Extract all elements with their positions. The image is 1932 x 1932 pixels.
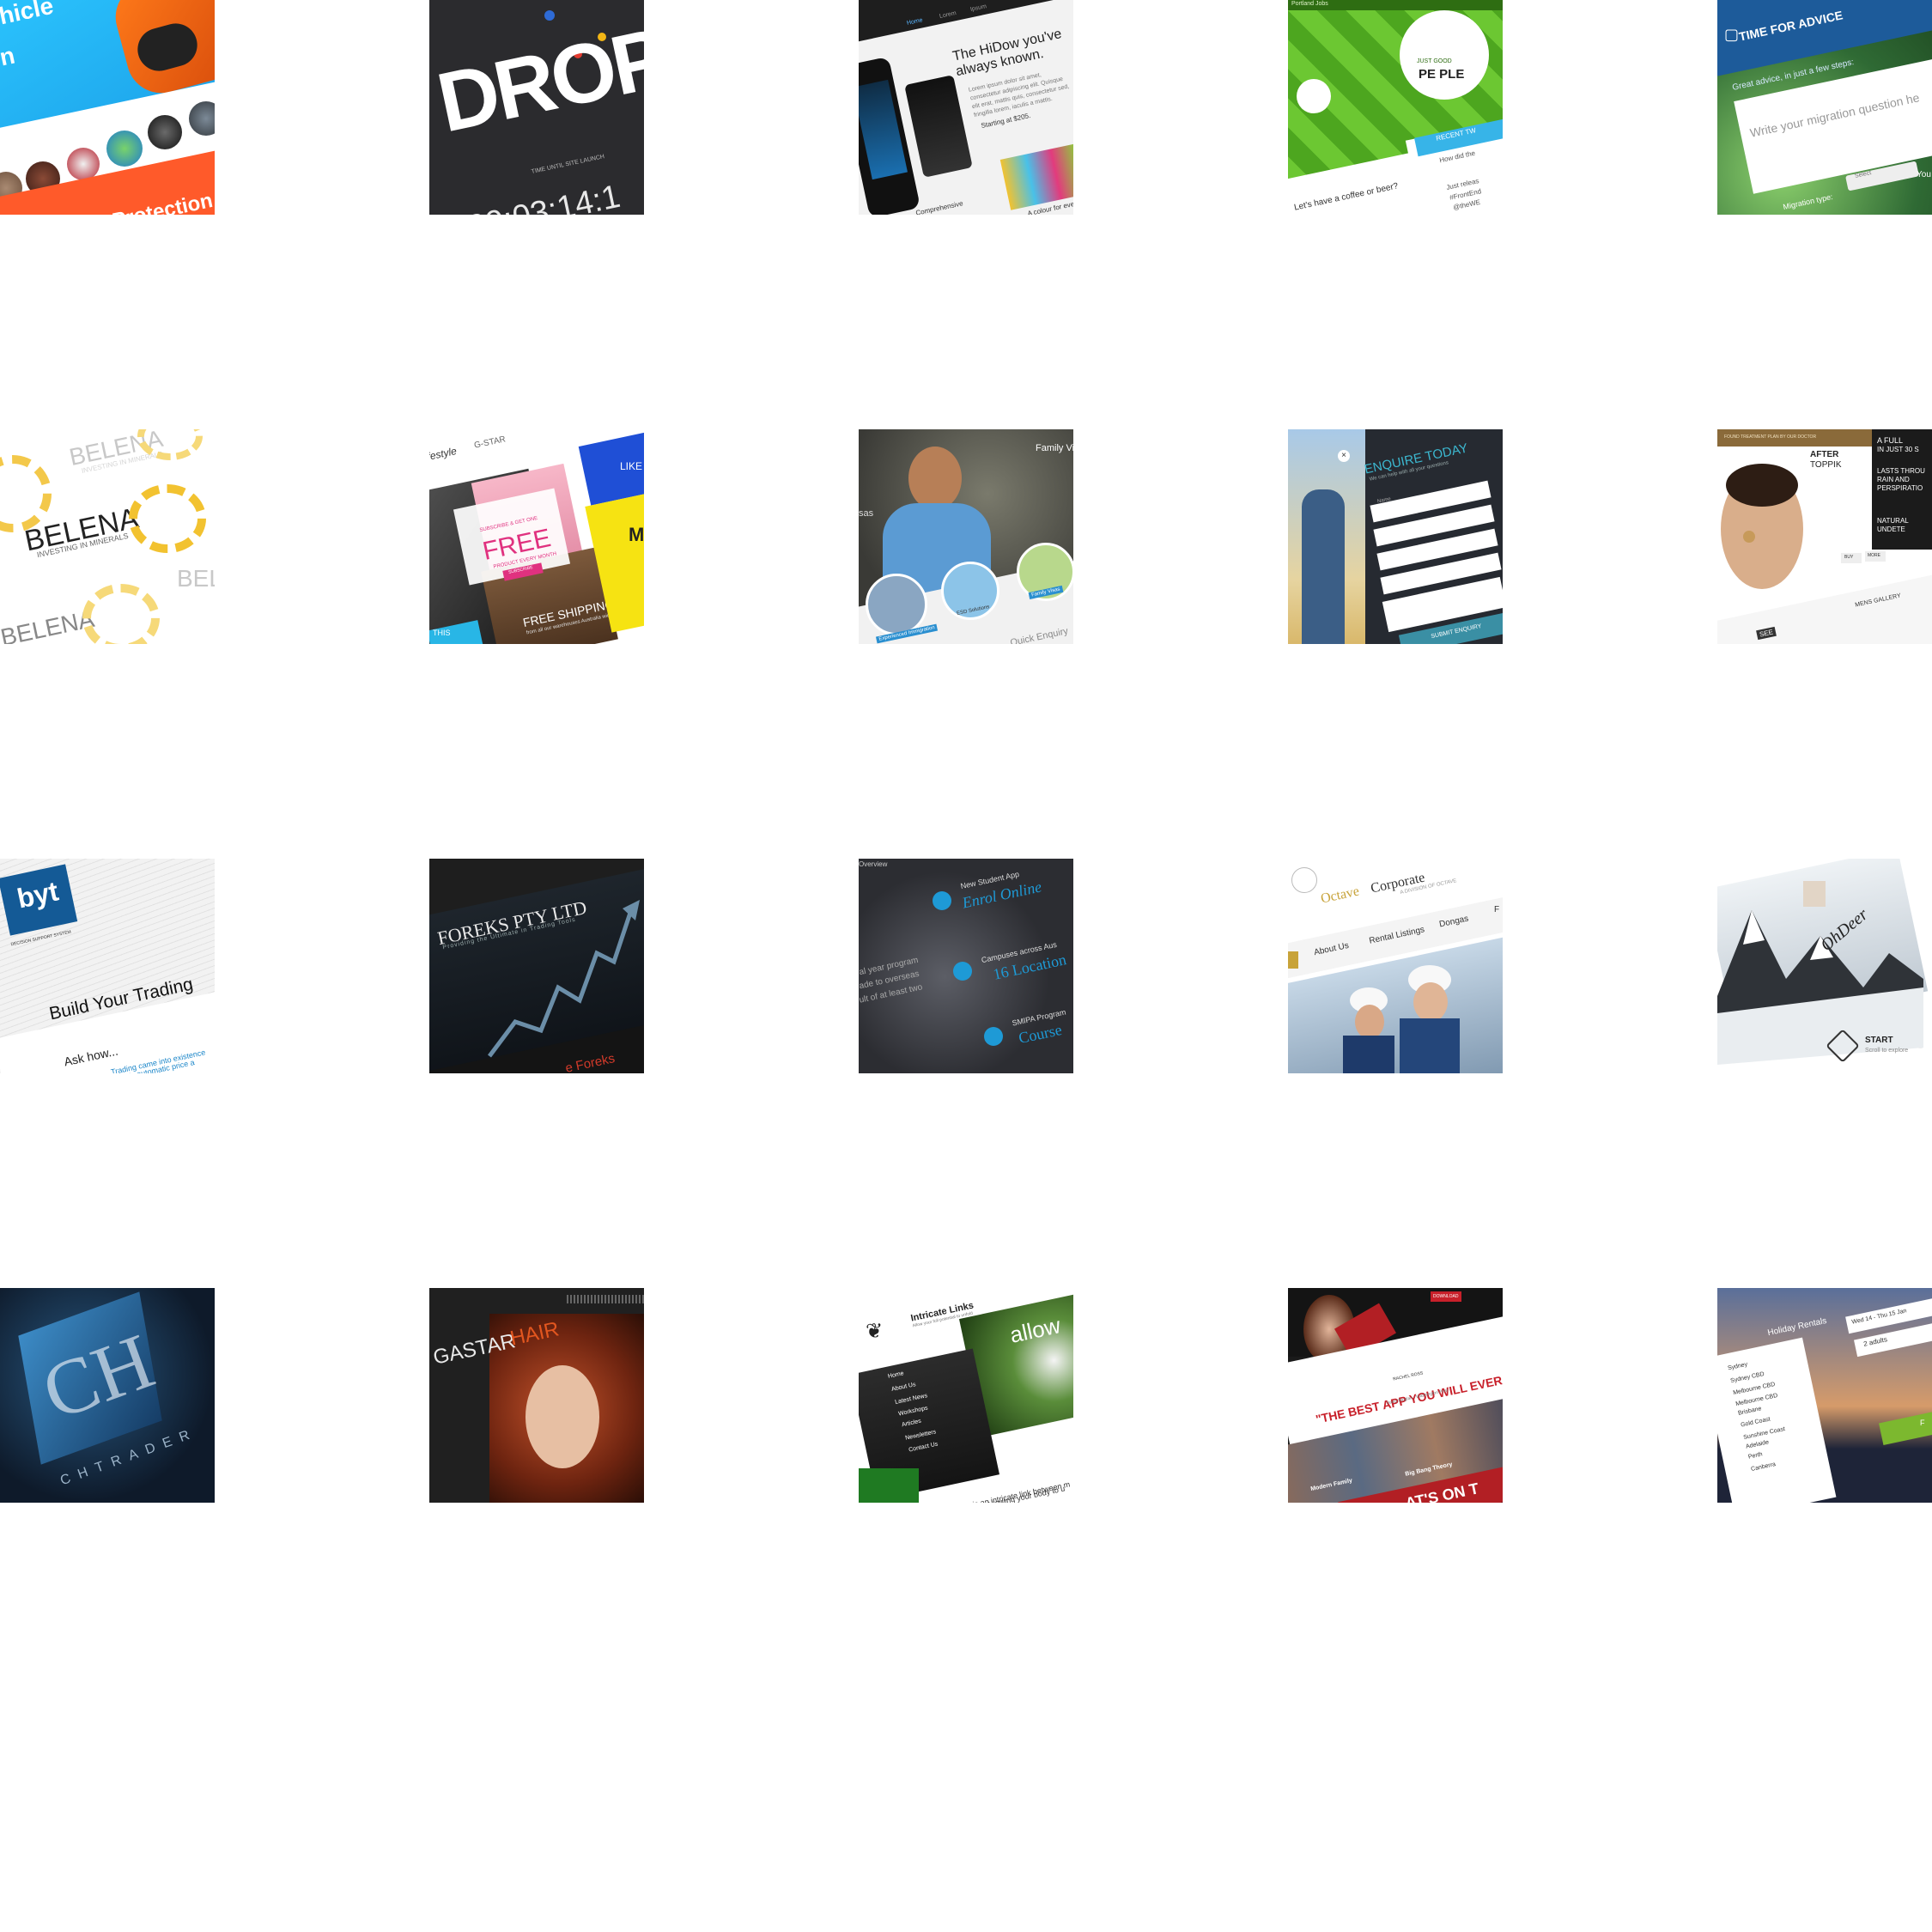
belena-logo-faded-3: BELENA [0, 605, 97, 644]
worker-body-1 [1343, 1036, 1394, 1073]
worker-face-1 [1355, 1005, 1384, 1039]
buy-label: BUY [1844, 555, 1854, 560]
more-label: MORE [1868, 553, 1880, 558]
thumbnail-holiday-rentals[interactable]: Holiday Rentals Sydney Sydney CBD Melbou… [1717, 1288, 1932, 1503]
drop-logo: DROP [429, 9, 644, 150]
enrol-icon[interactable] [933, 891, 951, 910]
thumbnail-student-enrol[interactable]: Overview New Student App Enrol Online Ca… [859, 859, 1073, 1073]
promo-3: LASTS THROU [1877, 467, 1925, 475]
brand-gstar: G-STAR [473, 434, 507, 451]
before-after-marker[interactable] [1743, 531, 1755, 543]
promo-2: IN JUST 30 S [1877, 446, 1919, 453]
octave-mark [1291, 867, 1317, 893]
thumbnail-intricate-links[interactable]: ❦ Intricate Links Allow your full potent… [859, 1288, 1073, 1503]
worker-body-2 [1400, 1018, 1460, 1073]
topbar-text: Portland Jobs [1291, 1, 1328, 7]
home-tab[interactable] [1288, 951, 1298, 969]
footer-left: Comprehensive [914, 199, 964, 215]
swatch-globe[interactable] [106, 131, 143, 167]
countdown-caption: TIME UNTIL SITE LAUNCH [531, 154, 605, 175]
side-top: LIKE O [620, 460, 644, 472]
promo-6: NATURAL [1877, 517, 1909, 525]
resume-icon[interactable] [1297, 79, 1331, 113]
info-icon[interactable] [984, 1027, 1003, 1046]
search-label: F [1920, 1419, 1925, 1427]
colour-cards [999, 143, 1073, 210]
location-icon[interactable] [953, 962, 972, 981]
thumbnail-tv-app[interactable]: DOWNLOAD RACHEL ROSS "THE BEST APP YOU W… [1288, 1288, 1503, 1503]
thumbnail-fashion-subscription[interactable]: lifestyle G-STAR SUBSCRIBE & GET ONE FRE… [429, 429, 644, 644]
side-mid: M [629, 524, 644, 545]
promo-1: A FULL [1877, 436, 1904, 445]
close-icon[interactable]: × [1338, 450, 1350, 462]
thumbnail-enquire-today[interactable]: × ENQUIRE TODAY We can help with all you… [1288, 429, 1503, 644]
green-edge [859, 1468, 919, 1503]
thumbnail-vehicle-protection[interactable]: hicle n Protection [0, 0, 215, 215]
side-bottom: THIS [433, 629, 451, 637]
deer-figure [1803, 881, 1826, 907]
octave-brand-2: Corporate [1369, 870, 1426, 896]
thumbnail-octave-corporate[interactable]: Octave Corporate A DIVISION OF OCTAVE Ab… [1288, 859, 1503, 1073]
download-label: DOWNLOAD [1433, 1294, 1459, 1299]
nav-more[interactable]: F [1494, 905, 1499, 914]
face-image [526, 1365, 599, 1468]
thumbnail-byt[interactable]: byt DECISION SUPPORT SYSTEM Build Your T… [0, 859, 215, 1073]
promo-5: PERSPIRATIO [1877, 484, 1923, 492]
advice-icon: ▢ [1724, 26, 1740, 43]
thumbnail-drop[interactable]: DROP TIME UNTIL SITE LAUNCH 09:03:14:1 [429, 0, 644, 215]
stripe-top [567, 1295, 644, 1303]
start-sub: Scroll to explore [1865, 1048, 1909, 1054]
thumbnail-chtrader[interactable]: CH CHTRADER [0, 1288, 215, 1503]
logo-line1: JUST GOOD [1417, 58, 1452, 64]
thumbnail-oh-deer[interactable]: OhDeer START Scroll to explore [1717, 859, 1932, 1073]
thumbnail-gastar-hair[interactable]: GASTAR HAIR [429, 1288, 644, 1503]
thumbnail-hidow[interactable]: Home Lorem Ipsum The HiDow you've always… [859, 0, 1073, 215]
side-label: sas [859, 508, 874, 519]
dot-blue [544, 10, 555, 21]
thumbnail-foreks[interactable]: FOREKS PTY LTD Providing the Ultimate in… [429, 859, 644, 1073]
after-label: AFTER [1810, 450, 1839, 459]
thumbnail-toppik[interactable]: FOUND TREATMENT PLAN BY OUR DOCTOR AFTER… [1717, 429, 1932, 644]
nav-family-visas[interactable]: Family Vi [1036, 443, 1073, 453]
sun-mark-bottom [82, 584, 160, 644]
thumbnail-migration-agent[interactable]: Family Vi sas Experienced Immigration ES… [859, 429, 1073, 644]
body-2: Allowing your body to u [985, 1484, 1066, 1503]
ribbon-text: FOUND TREATMENT PLAN BY OUR DOCTOR [1724, 434, 1817, 440]
lotus-icon: ❦ [866, 1320, 884, 1343]
swatch-black[interactable] [148, 115, 182, 149]
brand-lifestyle: lifestyle [429, 444, 459, 465]
thumbnail-just-good-people[interactable]: Portland Jobs JUST GOOD PE PLE Let's hav… [1288, 0, 1503, 215]
countdown: 09:03:14:1 [465, 178, 623, 215]
worker-face-2 [1413, 982, 1448, 1022]
logo-badge [1400, 10, 1489, 100]
promo-4: RAIN AND [1877, 476, 1910, 483]
promo-7: UNDETE [1877, 526, 1905, 533]
man-hair [1726, 464, 1798, 507]
extra-label: You [1917, 170, 1931, 179]
logo-line2: PE PLE [1419, 67, 1465, 82]
belena-logo-faded-2: BELENA [177, 565, 215, 592]
service-circle-1[interactable] [866, 574, 927, 635]
dad-figure [1302, 489, 1345, 644]
overview-tab[interactable]: Overview [859, 860, 887, 868]
after-sub: TOPPIK [1810, 460, 1842, 470]
octave-brand: Octave [1319, 884, 1361, 907]
thumbnail-belena[interactable]: BELENA INVESTING IN MINERALS BELENA INVE… [0, 429, 215, 644]
thumbnail-time-for-advice[interactable]: ▢ TIME FOR ADVICE Great advice, in just … [1717, 0, 1932, 215]
sun-mark-main [129, 484, 206, 553]
start-label[interactable]: START [1865, 1036, 1893, 1045]
man-head [908, 447, 962, 510]
device-stand [904, 75, 973, 178]
